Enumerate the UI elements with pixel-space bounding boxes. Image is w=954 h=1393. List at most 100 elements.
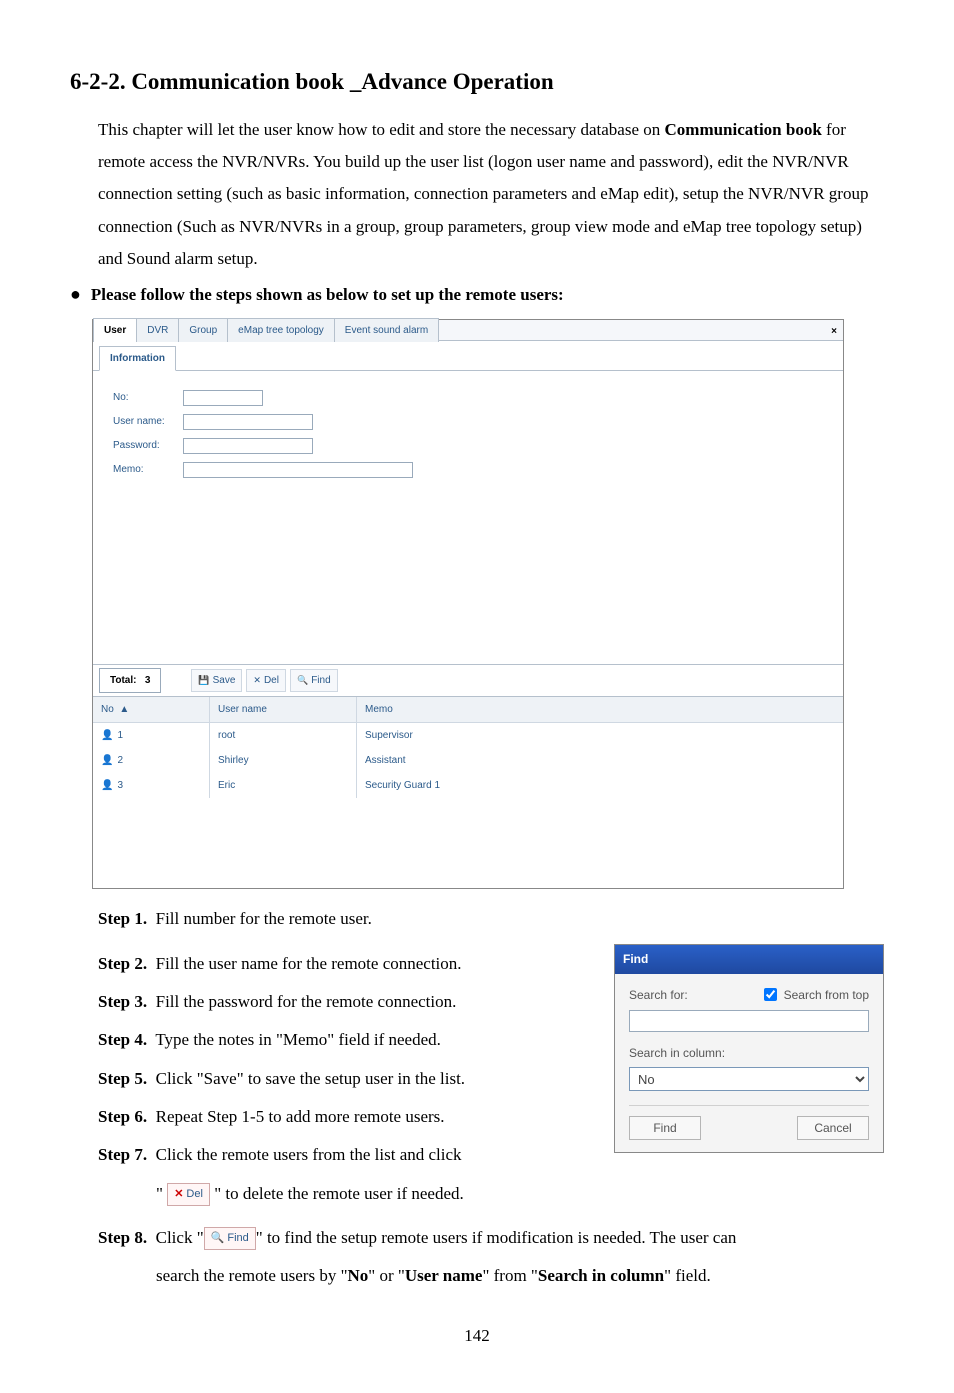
list-row[interactable]: 👤1 root Supervisor xyxy=(93,723,843,748)
s8c-end: " field. xyxy=(664,1266,711,1285)
row-username: Shirley xyxy=(210,748,357,773)
row-memo: Assistant xyxy=(357,748,843,773)
tab-alarm[interactable]: Event sound alarm xyxy=(334,318,439,342)
col-memo[interactable]: Memo xyxy=(357,697,843,722)
no-input[interactable] xyxy=(183,390,263,406)
total-value: 3 xyxy=(145,675,151,686)
del-label: Del xyxy=(264,671,279,690)
no-label: No: xyxy=(113,388,183,407)
sub-tab-information[interactable]: Information xyxy=(99,346,176,371)
person-icon: 👤 xyxy=(101,755,113,766)
search-from-top-checkbox[interactable]: Search from top xyxy=(760,984,869,1007)
person-icon: 👤 xyxy=(101,780,113,791)
search-in-column-label: Search in column: xyxy=(629,1042,869,1065)
find-dialog-find-button[interactable]: Find xyxy=(629,1116,701,1140)
step-text: Repeat Step 1-5 to add more remote users… xyxy=(156,1107,445,1126)
step-6: Step 6. Repeat Step 1-5 to add more remo… xyxy=(98,1101,584,1133)
step-8: Step 8. Click " 🔍 Find " to find the set… xyxy=(98,1222,884,1254)
row-no: 3 xyxy=(117,780,123,791)
step-4: Step 4. Type the notes in "Memo" field i… xyxy=(98,1024,584,1056)
close-icon[interactable]: × xyxy=(831,322,837,341)
save-button[interactable]: 💾Save xyxy=(191,669,242,692)
row-no: 2 xyxy=(117,755,123,766)
step-label: Step 6. xyxy=(98,1107,147,1126)
find-label: Find xyxy=(311,671,330,690)
quote-open: " xyxy=(156,1184,163,1203)
inline-del-button: ✕ Del xyxy=(167,1183,210,1206)
step-8-b: " to find the setup remote users if modi… xyxy=(256,1228,737,1247)
row-memo: Supervisor xyxy=(357,723,843,748)
password-label: Password: xyxy=(113,436,183,455)
section-heading: 6-2-2. Communication book _Advance Opera… xyxy=(70,60,884,104)
tab-emap[interactable]: eMap tree topology xyxy=(227,318,335,342)
step-7: Step 7. Click the remote users from the … xyxy=(98,1139,584,1171)
step-text-a: Click the remote users from the list and… xyxy=(156,1145,462,1164)
toolbar: Total: 3 💾Save ✕Del 🔍Find xyxy=(93,664,843,697)
step-label: Step 5. xyxy=(98,1069,147,1088)
total-label: Total: xyxy=(110,675,136,686)
tab-dvr[interactable]: DVR xyxy=(136,318,179,342)
inline-del-label: Del xyxy=(186,1184,203,1205)
list-row[interactable]: 👤 3 Eric Security Guard 1 xyxy=(93,773,843,798)
col-no[interactable]: No ▲ xyxy=(93,697,210,722)
s8c-pre: search the remote users by " xyxy=(156,1266,348,1285)
row-username: Eric xyxy=(210,773,357,798)
step-text: Fill number for the remote user. xyxy=(156,909,372,928)
main-tab-row: User DVR Group eMap tree topology Event … xyxy=(93,320,843,341)
step-text: Click "Save" to save the setup user in t… xyxy=(156,1069,465,1088)
find-dialog-title: Find xyxy=(615,945,883,974)
find-icon: 🔍 xyxy=(297,672,308,689)
search-for-input[interactable] xyxy=(629,1010,869,1032)
inline-find-button: 🔍 Find xyxy=(204,1227,256,1250)
step-7-cont: " ✕ Del " to delete the remote user if n… xyxy=(156,1178,584,1210)
find-button[interactable]: 🔍Find xyxy=(290,669,338,692)
intro-bold: Communication book xyxy=(665,120,822,139)
s8-no: No xyxy=(348,1266,369,1285)
username-input[interactable] xyxy=(183,414,313,430)
find-dialog: Find Search for: Search from top Search … xyxy=(614,944,884,1154)
step-1: Step 1. Fill number for the remote user. xyxy=(98,903,884,935)
step-label: Step 1. xyxy=(98,909,147,928)
search-from-top-input[interactable] xyxy=(764,988,777,1001)
search-for-label: Search for: xyxy=(629,984,688,1007)
total-box: Total: 3 xyxy=(99,668,161,693)
form-area: No: User name: Password: Memo: xyxy=(93,371,843,664)
step-label: Step 3. xyxy=(98,992,147,1011)
step-2: Step 2. Fill the user name for the remot… xyxy=(98,948,584,980)
intro-paragraph: This chapter will let the user know how … xyxy=(98,114,884,275)
memo-label: Memo: xyxy=(113,460,183,479)
s8c-mid2: " from " xyxy=(482,1266,537,1285)
step-7-text-b: " to delete the remote user if needed. xyxy=(214,1184,464,1203)
s8-username: User name xyxy=(405,1266,483,1285)
sub-tab-row: Information xyxy=(93,341,843,371)
col-username[interactable]: User name xyxy=(210,697,357,722)
s8c-mid1: " or " xyxy=(368,1266,405,1285)
step-8-a: Click " xyxy=(156,1228,204,1247)
inline-find-label: Find xyxy=(227,1228,248,1249)
delete-icon: ✕ xyxy=(174,1184,183,1205)
intro-text-b: for remote access the NVR/NVRs. You buil… xyxy=(98,120,868,268)
delete-icon: ✕ xyxy=(253,672,261,689)
save-label: Save xyxy=(213,671,236,690)
row-memo: Security Guard 1 xyxy=(357,773,843,798)
row-no: 1 xyxy=(117,730,123,741)
user-list: No ▲ User name Memo 👤1 root Supervisor 👤… xyxy=(93,697,843,888)
search-in-column-select[interactable]: No xyxy=(629,1067,869,1091)
del-button[interactable]: ✕Del xyxy=(246,669,286,692)
find-icon: 🔍 xyxy=(211,1228,225,1249)
page-number: 142 xyxy=(70,1320,884,1352)
step-5: Step 5. Click "Save" to save the setup u… xyxy=(98,1063,584,1095)
tab-group[interactable]: Group xyxy=(178,318,228,342)
list-row[interactable]: 👤 2 Shirley Assistant xyxy=(93,748,843,773)
username-label: User name: xyxy=(113,412,183,431)
password-input[interactable] xyxy=(183,438,313,454)
sort-arrow-icon: ▲ xyxy=(119,704,129,715)
bullet-icon: ● xyxy=(70,279,81,310)
search-from-top-label: Search from top xyxy=(784,984,869,1007)
find-dialog-cancel-button[interactable]: Cancel xyxy=(797,1116,869,1140)
step-label: Step 4. xyxy=(98,1030,147,1049)
col-no-label: No xyxy=(101,704,114,715)
person-icon: 👤 xyxy=(101,730,113,741)
tab-user[interactable]: User xyxy=(93,318,137,342)
memo-input[interactable] xyxy=(183,462,413,478)
